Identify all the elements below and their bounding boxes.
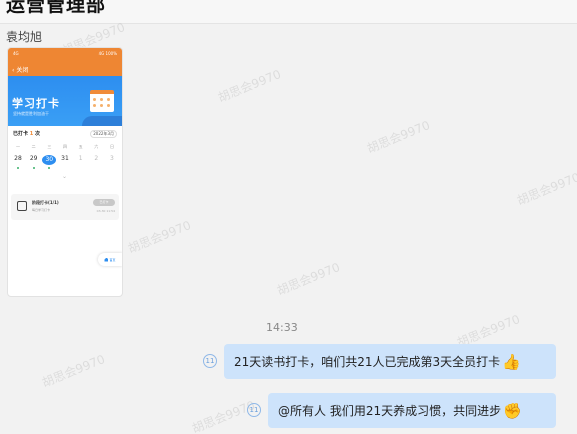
watermark: 胡思会9970 bbox=[514, 170, 577, 208]
calendar-date-today: 30 bbox=[42, 155, 57, 165]
message-text: 21天读书打卡，咱们共21人已完成第3天全员打卡 bbox=[234, 355, 501, 369]
message-bubble[interactable]: @所有人 我们用21天养成习惯，共同进步 ✊ bbox=[268, 393, 556, 428]
back-chevron-icon: ‹ bbox=[12, 67, 15, 74]
checkin-count-prefix: 已打卡 bbox=[13, 131, 29, 137]
calendar-date: 31 bbox=[61, 155, 69, 162]
weekday-label: 三 bbox=[47, 144, 52, 149]
message-text: @所有人 我们用21天养成习惯，共同进步 bbox=[278, 404, 502, 418]
checkin-count-suffix: 次 bbox=[35, 131, 41, 137]
banner-subtitle: 坚持就是胜利加油干 bbox=[13, 111, 49, 116]
read-count-badge[interactable]: 11 bbox=[247, 403, 261, 417]
checkin-count: 已打卡 1 次 bbox=[13, 130, 40, 137]
message-bubble[interactable]: 21天读书打卡，咱们共21人已完成第3天全员打卡 👍 bbox=[224, 344, 556, 379]
task-name: 阶段打卡(1/1) bbox=[32, 200, 59, 205]
home-label: 首页 bbox=[109, 257, 116, 262]
card-navbar: ‹ 关闭 bbox=[12, 65, 28, 74]
checkin-dot bbox=[32, 167, 35, 169]
calendar-illustration-icon bbox=[90, 90, 114, 112]
expand-chevron-icon: ⌄ bbox=[62, 173, 68, 180]
weekday-label: 五 bbox=[78, 144, 83, 149]
weekday-label: 六 bbox=[94, 144, 99, 149]
watermark: 胡思会9970 bbox=[215, 67, 283, 105]
card-topbar: 4G 4G 100% ‹ 关闭 bbox=[8, 48, 122, 76]
card-statusbar: 4G 4G 100% bbox=[13, 51, 117, 56]
task-desc: 每日学习打卡 bbox=[32, 208, 51, 212]
task-calendar-icon bbox=[17, 201, 27, 211]
checkin-dot bbox=[48, 167, 51, 169]
home-icon bbox=[104, 257, 109, 262]
watermark: 胡思会9970 bbox=[364, 118, 432, 156]
checkin-dot bbox=[17, 167, 19, 169]
watermark: 胡思会9970 bbox=[274, 260, 342, 298]
card-status-right: 4G 100% bbox=[98, 51, 117, 56]
task-status-button: 已打卡 bbox=[93, 199, 115, 206]
banner-title: 学习打卡 bbox=[12, 97, 60, 110]
chat-header: 运营管理部 bbox=[0, 0, 577, 24]
calendar-dates: 28 29 30 31 1 2 3 bbox=[11, 155, 119, 165]
sender-name[interactable]: 袁均旭 bbox=[6, 28, 42, 45]
calendar-weekdays: 一 二 三 四 五 六 日 bbox=[11, 144, 119, 150]
watermark: 胡思会9970 bbox=[39, 352, 107, 390]
weekday-label: 二 bbox=[31, 144, 36, 149]
month-selector: 2022年3月 bbox=[90, 130, 117, 138]
card-banner: 学习打卡 坚持就是胜利加油干 bbox=[8, 76, 122, 126]
card-status-left: 4G bbox=[13, 51, 19, 56]
card-nav-back-label: 关闭 bbox=[16, 67, 29, 74]
weekday-label: 四 bbox=[62, 144, 67, 149]
raised-fist-icon: ✊ bbox=[503, 401, 522, 420]
chat-title: 运营管理部 bbox=[6, 0, 107, 16]
weekday-label: 日 bbox=[109, 144, 114, 149]
calendar-date: 2 bbox=[94, 155, 99, 162]
calendar-date: 28 bbox=[14, 155, 22, 162]
read-count-badge[interactable]: 11 bbox=[203, 354, 217, 368]
shared-miniprogram-card[interactable]: 4G 4G 100% ‹ 关闭 学习打卡 坚持就是胜利加油干 已打卡 1 次 2… bbox=[7, 47, 123, 297]
task-time: 03-30 11:54 bbox=[96, 209, 115, 213]
home-button: 首页 bbox=[98, 253, 122, 266]
banner-decoration bbox=[82, 116, 122, 126]
calendar-date: 29 bbox=[29, 155, 38, 162]
weekday-label: 一 bbox=[16, 144, 20, 149]
watermark: 胡思会9970 bbox=[189, 398, 257, 434]
calendar-date: 1 bbox=[78, 155, 83, 162]
checkin-count-number: 1 bbox=[29, 131, 34, 137]
thumbs-up-icon: 👍 bbox=[502, 352, 521, 371]
message-timestamp: 14:33 bbox=[266, 321, 298, 334]
checkin-dots bbox=[11, 167, 119, 169]
watermark: 胡思会9970 bbox=[125, 218, 193, 256]
calendar-date: 3 bbox=[110, 155, 114, 162]
task-row: 阶段打卡(1/1) 每日学习打卡 已打卡 03-30 11:54 bbox=[11, 194, 119, 220]
